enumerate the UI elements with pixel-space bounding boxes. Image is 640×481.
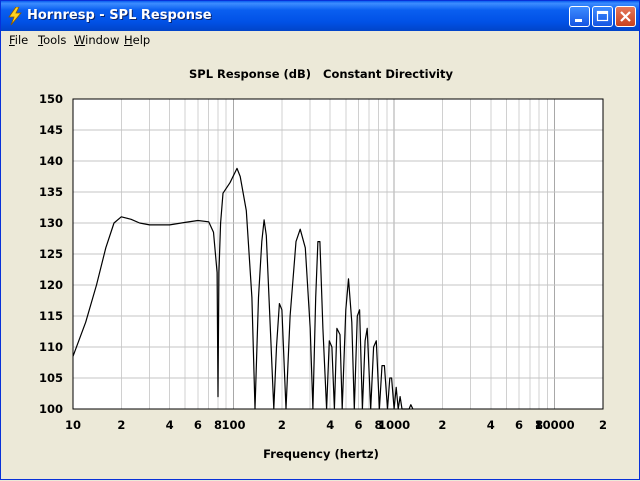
y-tick-label: 135 xyxy=(39,185,63,199)
x-tick-label: 6 xyxy=(354,418,362,432)
y-tick-label: 150 xyxy=(39,92,63,106)
y-tick-label: 115 xyxy=(39,309,63,323)
x-tick-label: 100 xyxy=(222,418,246,432)
x-tick-label: 1000 xyxy=(378,418,410,432)
x-tick-label: 2 xyxy=(599,418,607,432)
y-tick-label: 145 xyxy=(39,123,63,137)
y-tick-label: 140 xyxy=(39,154,63,168)
x-tick-label: 6 xyxy=(515,418,523,432)
x-tick-label: 6 xyxy=(194,418,202,432)
x-tick-label: 2 xyxy=(438,418,446,432)
y-tick-label: 120 xyxy=(39,278,63,292)
app-window: Hornresp - SPL Response File Tools Windo… xyxy=(0,0,640,480)
x-tick-label: 4 xyxy=(166,418,174,432)
x-axis-label: Frequency (hertz) xyxy=(263,447,379,461)
y-tick-label: 100 xyxy=(39,402,63,416)
x-tick-label: 10 xyxy=(65,418,81,432)
y-tick-label: 130 xyxy=(39,216,63,230)
x-tick-label: 4 xyxy=(326,418,334,432)
y-tick-label: 125 xyxy=(39,247,63,261)
spl-chart: 10010511011512012513013514014515010 2 4 6 8 1… xyxy=(39,92,607,432)
x-tick-label: 10000 xyxy=(535,418,575,432)
x-tick-label: 4 xyxy=(487,418,495,432)
y-tick-label: 105 xyxy=(39,371,63,385)
x-tick-label: 2 xyxy=(278,418,286,432)
x-tick-label: 2 xyxy=(117,418,125,432)
y-tick-label: 110 xyxy=(39,340,63,354)
